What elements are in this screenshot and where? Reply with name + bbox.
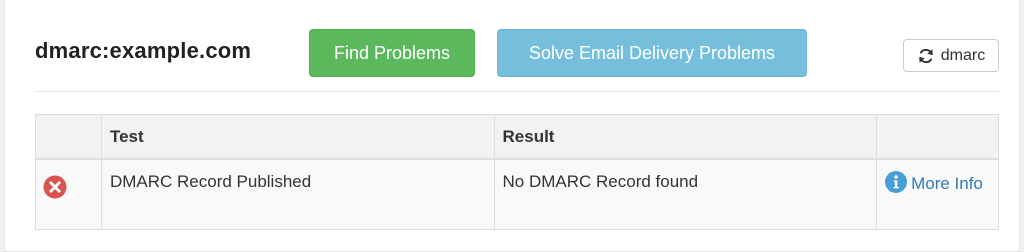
error-x-icon	[43, 175, 67, 198]
status-cell	[35, 158, 102, 230]
refresh-label: dmarc	[940, 46, 986, 64]
info-cell: More Info	[876, 158, 999, 230]
refresh-icon	[919, 48, 933, 63]
column-header-status	[35, 114, 102, 160]
info-icon	[885, 170, 908, 193]
result-panel: dmarc:example.com Find Problems Solve Em…	[4, 0, 1020, 252]
table-header-row: Test Result	[35, 114, 999, 160]
refresh-dmarc-button[interactable]: dmarc	[903, 39, 999, 72]
more-info-link[interactable]: More Info	[885, 170, 990, 197]
find-problems-button[interactable]: Find Problems	[309, 29, 475, 77]
column-header-info	[876, 114, 999, 160]
page-title: dmarc:example.com	[35, 38, 252, 63]
result-cell: No DMARC Record found	[493, 158, 878, 230]
solve-email-delivery-button[interactable]: Solve Email Delivery Problems	[497, 29, 807, 77]
panel-header: dmarc:example.com Find Problems Solve Em…	[35, 28, 999, 92]
column-header-result: Result	[493, 114, 878, 160]
results-table: Test Result DMARC Record Published No DM…	[35, 114, 999, 230]
table-row: DMARC Record Published No DMARC Record f…	[35, 158, 999, 230]
column-header-test: Test	[100, 114, 495, 160]
test-cell: DMARC Record Published	[100, 158, 495, 230]
more-info-label: More Info	[911, 173, 983, 193]
